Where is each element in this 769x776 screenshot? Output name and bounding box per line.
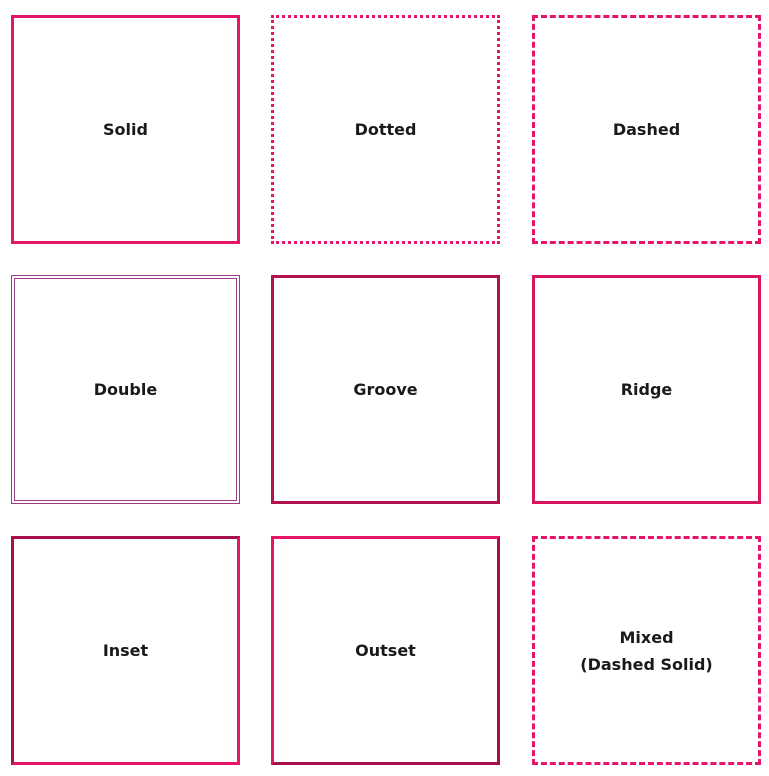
double-label: Double: [93, 380, 158, 399]
mixed-label: Mixed (Dashed Solid): [580, 627, 713, 674]
solid-label: Solid: [103, 120, 148, 139]
outset-border-box: Outset: [271, 536, 500, 765]
dashed-label: Dashed: [612, 120, 681, 139]
inset-border-box: Inset: [11, 536, 240, 765]
ridge-label: Ridge: [620, 380, 673, 399]
dotted-border-box: Dotted: [271, 15, 500, 244]
groove-label: Groove: [353, 380, 418, 399]
dashed-border-box: Dashed: [532, 15, 761, 244]
border-style-grid: Solid Dotted Dashed Double Groove Ridge …: [0, 0, 769, 776]
groove-border-box: Groove: [271, 275, 500, 504]
dotted-label: Dotted: [354, 120, 417, 139]
inset-label: Inset: [102, 641, 149, 660]
mixed-border-box: Mixed (Dashed Solid): [532, 536, 761, 765]
double-border-box: Double: [11, 275, 240, 504]
outset-label: Outset: [355, 641, 416, 660]
solid-border-box: Solid: [11, 15, 240, 244]
ridge-border-box: Ridge: [532, 275, 761, 504]
